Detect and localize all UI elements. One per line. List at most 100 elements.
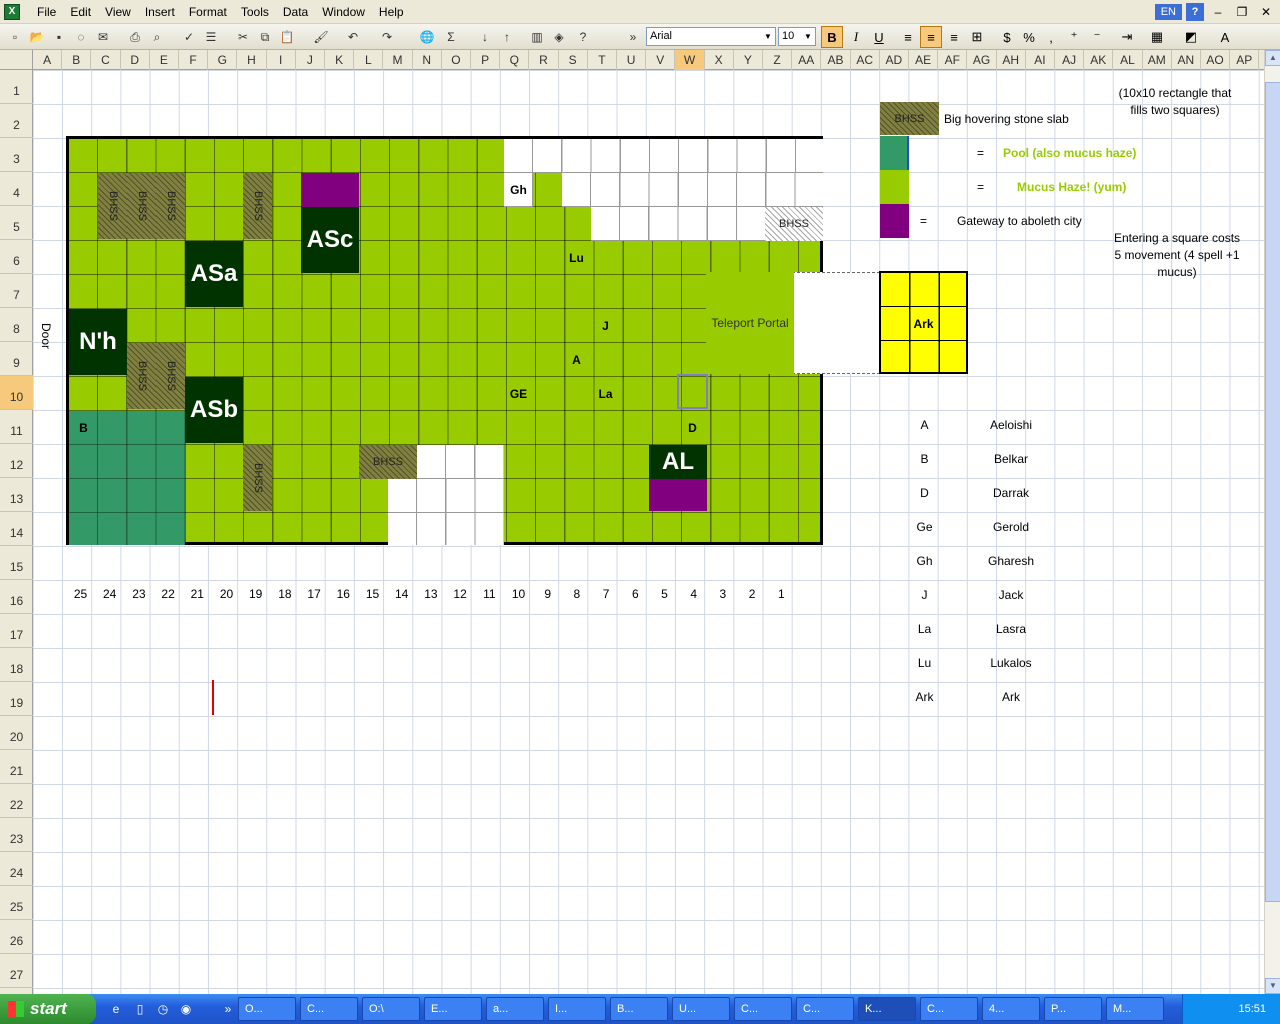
more-quicklaunch-icon[interactable]: » [220, 1001, 236, 1017]
column-header[interactable]: AC [851, 50, 880, 70]
taskbar-button[interactable]: 4... [982, 997, 1040, 1021]
sort-ascending-icon[interactable]: ↓ [476, 28, 494, 46]
merge-center-icon[interactable]: ⊞ [966, 26, 988, 48]
undo-icon[interactable]: ↶ [344, 28, 362, 46]
close-icon[interactable]: ✕ [1256, 3, 1276, 21]
autosum-icon[interactable]: Σ [442, 28, 460, 46]
menu-help[interactable]: Help [372, 5, 411, 19]
clock-app-icon[interactable]: ◷ [155, 1001, 171, 1017]
increase-decimal-icon[interactable]: ⁺ [1063, 26, 1085, 48]
row-header[interactable]: 22 [0, 784, 33, 818]
column-header[interactable]: H [237, 50, 267, 70]
column-header[interactable]: AH [997, 50, 1026, 70]
row-header[interactable]: 16 [0, 580, 33, 614]
column-header[interactable]: V [646, 50, 676, 70]
italic-button[interactable]: I [845, 26, 867, 48]
cut-icon[interactable]: ✂ [234, 28, 252, 46]
row-header[interactable]: 18 [0, 648, 33, 682]
print-icon[interactable]: ⎙ [126, 28, 144, 46]
taskbar-button[interactable]: C... [920, 997, 978, 1021]
column-header[interactable]: M [383, 50, 413, 70]
menu-edit[interactable]: Edit [63, 5, 98, 19]
column-header[interactable]: R [529, 50, 559, 70]
column-header[interactable]: O [442, 50, 471, 70]
language-indicator[interactable]: EN [1154, 4, 1182, 20]
column-header[interactable]: N [413, 50, 442, 70]
restore-icon[interactable]: ❐ [1232, 3, 1252, 21]
email-icon[interactable]: ✉ [94, 28, 112, 46]
column-header[interactable]: AO [1201, 50, 1231, 70]
column-header[interactable]: B [62, 50, 92, 70]
scroll-down-icon[interactable]: ▼ [1265, 978, 1280, 994]
taskbar-button[interactable]: B... [610, 997, 668, 1021]
comma-style-icon[interactable]: , [1040, 26, 1062, 48]
taskbar-button[interactable]: O... [238, 997, 296, 1021]
desktop-icon[interactable]: ▯ [132, 1001, 148, 1017]
menu-view[interactable]: View [98, 5, 138, 19]
firefox-icon[interactable]: ◉ [178, 1001, 194, 1017]
column-header[interactable]: A [33, 50, 63, 70]
menu-format[interactable]: Format [182, 5, 234, 19]
underline-button[interactable]: U [868, 26, 890, 48]
row-header[interactable]: 3 [0, 138, 33, 172]
decrease-decimal-icon[interactable]: ⁻ [1086, 26, 1108, 48]
currency-icon[interactable]: $ [996, 26, 1018, 48]
column-header[interactable]: I [267, 50, 296, 70]
column-header[interactable]: AG [967, 50, 997, 70]
menu-window[interactable]: Window [315, 5, 372, 19]
row-header[interactable]: 23 [0, 818, 33, 852]
fill-color-icon[interactable]: ◩ [1180, 26, 1202, 48]
row-header[interactable]: 12 [0, 444, 33, 478]
column-header[interactable]: AI [1026, 50, 1055, 70]
borders-icon[interactable]: ▦ [1146, 26, 1168, 48]
bold-button[interactable]: B [821, 26, 843, 48]
drawing-icon[interactable]: ◈ [550, 28, 568, 46]
column-header[interactable]: J [296, 50, 325, 70]
column-header[interactable]: AM [1143, 50, 1172, 70]
column-header[interactable]: F [179, 50, 209, 70]
permission-icon[interactable]: ◌ [72, 28, 90, 46]
row-header[interactable]: 15 [0, 546, 33, 580]
help-icon[interactable]: ? [1186, 3, 1204, 21]
minimize-icon[interactable]: – [1208, 3, 1228, 21]
row-header[interactable]: 4 [0, 172, 33, 206]
scroll-thumb[interactable] [1265, 82, 1280, 902]
taskbar-button[interactable]: C... [300, 997, 358, 1021]
row-header[interactable]: 19 [0, 682, 33, 716]
select-all-corner[interactable] [0, 50, 33, 70]
taskbar-button[interactable]: O:\ [362, 997, 420, 1021]
taskbar-button[interactable]: K... [858, 997, 916, 1021]
align-left-icon[interactable]: ≡ [897, 26, 919, 48]
column-header[interactable]: AF [938, 50, 968, 70]
taskbar-button[interactable]: a... [486, 997, 544, 1021]
row-header[interactable]: 8 [0, 308, 33, 342]
menu-tools[interactable]: Tools [234, 5, 276, 19]
chevron-down-icon[interactable]: ▼ [762, 29, 774, 44]
row-header[interactable]: 24 [0, 852, 33, 886]
ie-icon[interactable]: e [108, 1001, 124, 1017]
taskbar-button[interactable]: P... [1044, 997, 1102, 1021]
taskbar-button[interactable]: C... [796, 997, 854, 1021]
row-header[interactable]: 26 [0, 920, 33, 954]
spelling-icon[interactable]: ✓ [180, 28, 198, 46]
print-preview-icon[interactable]: ⌕ [148, 28, 166, 46]
column-header[interactable]: E [150, 50, 179, 70]
font-color-icon[interactable]: A [1214, 26, 1236, 48]
row-header[interactable]: 10 [0, 376, 33, 410]
scroll-up-icon[interactable]: ▲ [1265, 50, 1280, 66]
row-header[interactable]: 20 [0, 716, 33, 750]
column-header[interactable]: S [559, 50, 588, 70]
row-header[interactable]: 27 [0, 954, 33, 988]
sort-descending-icon[interactable]: ↑ [498, 28, 516, 46]
help-assistant-icon[interactable]: ? [574, 28, 592, 46]
toolbar-options-icon[interactable]: » [624, 28, 642, 46]
column-header[interactable]: W [675, 50, 705, 70]
row-header[interactable]: 9 [0, 342, 33, 376]
open-icon[interactable]: 📂 [28, 28, 46, 46]
column-header[interactable]: AJ [1055, 50, 1085, 70]
row-header[interactable]: 1 [0, 70, 33, 104]
column-header[interactable]: AA [792, 50, 822, 70]
column-header[interactable]: Z [763, 50, 793, 70]
indent-icon[interactable]: ⇥ [1116, 26, 1138, 48]
column-header[interactable]: L [354, 50, 384, 70]
